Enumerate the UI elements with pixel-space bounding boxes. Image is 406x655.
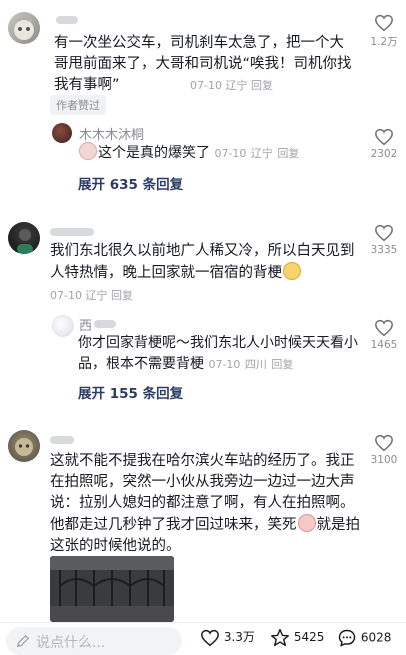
heart-outline-icon: [375, 319, 393, 337]
comment-meta: 07-10 辽宁 回复: [50, 289, 133, 302]
reply-text: 你才回家背梗呢～我们东北人小时候天天看小品，根本不需要背梗 07-10 四川 回…: [78, 335, 358, 372]
comment-input[interactable]: 说点什么...: [6, 627, 182, 655]
reply-text: 这个是真的爆笑了 07-10 辽宁 回复: [78, 142, 358, 164]
comment-text: 这就不能不提我在哈尔滨火车站的经历了。我正在拍照呢，突然一小伙从我旁边一边过一边…: [50, 453, 360, 554]
comment-total: 6028: [360, 630, 392, 645]
laughing-emoji-icon: [79, 142, 97, 160]
reply-username[interactable]: 木木木沐桐: [79, 124, 144, 143]
laughing-emoji-icon: [297, 514, 316, 532]
station-interior-image: [50, 556, 174, 622]
reply-button[interactable]: 回复: [251, 79, 273, 92]
comment-meta: 07-10 辽宁 回复: [190, 79, 273, 92]
reply-username[interactable]: 西: [79, 315, 92, 334]
username[interactable]: [50, 228, 94, 236]
chat-bubble-icon: [338, 629, 356, 647]
like-count: 1465: [370, 339, 398, 351]
comment-input-placeholder: 说点什么...: [36, 635, 106, 651]
like-button[interactable]: 1.2万: [364, 14, 404, 49]
avatar[interactable]: [52, 315, 74, 337]
like-button[interactable]: 3335: [364, 224, 404, 256]
comment-button[interactable]: 6028: [337, 628, 391, 648]
like-button[interactable]: 1465: [364, 319, 404, 351]
animal-avatar-image: [15, 438, 33, 456]
avatar[interactable]: [8, 430, 40, 462]
laughing-emoji-icon: [283, 262, 301, 280]
like-count: 2302: [370, 148, 398, 160]
person-avatar-image: [17, 229, 33, 254]
avatar[interactable]: [8, 12, 40, 44]
star-outline-icon: [271, 628, 289, 647]
heart-outline-icon: [375, 14, 393, 32]
like-count: 1.2万: [370, 36, 398, 48]
reply-button[interactable]: 回复: [277, 147, 299, 160]
avatar[interactable]: [8, 222, 40, 254]
heart-outline-icon: [375, 224, 393, 242]
reply-button[interactable]: 回复: [271, 358, 293, 371]
pencil-icon: [16, 634, 30, 648]
like-total: 3.3万: [223, 630, 255, 644]
username[interactable]: [56, 16, 78, 24]
bottom-action-bar: 说点什么... 3.3万 5425 6028: [0, 622, 406, 655]
username-blur: [94, 320, 116, 328]
reply-button[interactable]: 回复: [111, 289, 133, 302]
like-button[interactable]: 3100: [364, 434, 404, 466]
like-count: 3100: [370, 454, 398, 466]
author-liked-badge: 作者赞过: [50, 95, 106, 115]
avatar[interactable]: [52, 123, 72, 143]
like-button[interactable]: 2302: [364, 128, 404, 160]
expand-replies-button[interactable]: 展开 155 条回复: [78, 382, 183, 402]
cat-avatar-image: [14, 16, 34, 40]
heart-outline-icon: [201, 629, 219, 646]
username[interactable]: [50, 436, 74, 444]
comment-text: 我们东北很久以前地广人稀又冷，所以白天见到人特热情，晚上回家就一宿宿的背梗: [50, 243, 355, 281]
favorite-total: 5425: [293, 630, 325, 644]
like-total-button[interactable]: 3.3万: [200, 628, 255, 647]
heart-outline-icon: [375, 128, 393, 146]
heart-outline-icon: [375, 434, 393, 452]
favorite-button[interactable]: 5425: [270, 628, 324, 647]
expand-replies-button[interactable]: 展开 635 条回复: [78, 173, 183, 193]
comment-photo[interactable]: [50, 556, 174, 622]
like-count: 3335: [370, 244, 398, 256]
